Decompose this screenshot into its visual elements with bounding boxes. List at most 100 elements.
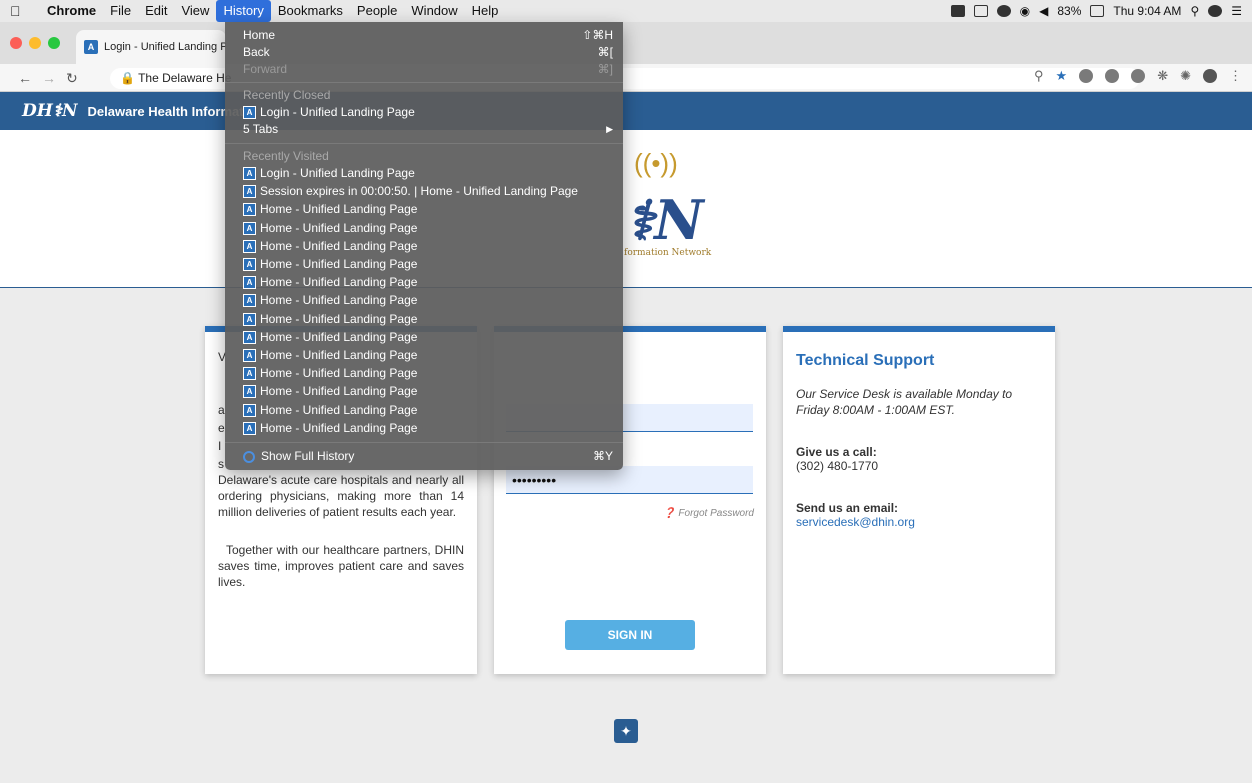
history-home-label: Home [243,28,276,42]
bookmark-star-icon[interactable]: ★ [1056,68,1068,84]
forgot-password-link[interactable]: ❓ Forgot Password [663,508,754,519]
recently-visited-item[interactable]: A Home - Unified Landing Page [243,220,613,237]
browser-tab[interactable]: A Login - Unified Landing Page [76,30,226,64]
menu-window[interactable]: Window [404,0,464,22]
battery-icon[interactable] [1090,5,1105,17]
recently-closed-item[interactable]: A Login - Unified Landing Page [243,104,613,121]
mac-menubar:  Chrome File Edit View History Bookmark… [0,0,1252,22]
back-arrow-icon[interactable]: ← [18,70,32,86]
chrome-menu-icon[interactable]: ⋮ [1229,68,1242,84]
bi-status-icon[interactable] [973,5,988,17]
dhin-logo-small[interactable]: DH⚕N [22,101,78,121]
menu-people[interactable]: People [350,0,404,22]
recently-visited-item[interactable]: A Session expires in 00:00:50. | Home - U… [243,183,613,200]
recently-visited-label: Home - Unified Landing Page [260,202,418,217]
notification-center-icon[interactable]: ☰ [1231,4,1242,18]
page-favicon-icon: A [243,221,256,235]
recently-visited-item[interactable]: A Home - Unified Landing Page [243,402,613,419]
page-favicon-icon: A [243,312,256,326]
extension-icons: ⚲ ★ ❋ ✺ ⋮ [1034,68,1242,84]
history-menu: Home ⇧⌘H Back ⌘[ Forward ⌘] Recently Clo… [225,22,623,470]
recently-visited-label: Home - Unified Landing Page [260,402,418,417]
recently-visited-label: Home - Unified Landing Page [260,257,418,271]
history-back-item[interactable]: Back ⌘[ [243,44,613,61]
menu-help[interactable]: Help [465,0,506,22]
menu-separator [225,143,623,144]
recently-visited-item[interactable]: A Home - Unified Landing Page [243,365,613,382]
sign-in-button[interactable]: SIGN IN [565,620,695,650]
extension-3-icon[interactable] [1131,69,1146,83]
recently-visited-item[interactable]: A Home - Unified Landing Page [243,201,613,218]
history-back-label: Back [243,45,270,59]
extension-1-icon[interactable] [1079,69,1094,83]
close-window-button[interactable] [10,37,22,49]
recently-visited-item[interactable]: A Home - Unified Landing Page [243,347,613,364]
recently-visited-item[interactable]: A Home - Unified Landing Page [243,383,613,400]
page-favicon-icon: A [243,367,256,381]
recently-visited-label: Home - Unified Landing Page [260,311,418,326]
spotlight-search-icon[interactable]: ⚲ [1190,4,1199,18]
volume-icon[interactable]: ◀ [1039,4,1048,18]
battery-percent: 83% [1057,4,1082,18]
zoom-window-button[interactable] [48,37,60,49]
recently-visited-label: Home - Unified Landing Page [260,366,418,381]
recently-visited-item[interactable]: A Home - Unified Landing Page [243,292,613,309]
chrome-toolbar: ← → ↻ 🔒 The Delaware He ⚲ ★ ❋ ✺ ⋮ [0,64,1252,92]
wifi-icon[interactable]: ◉ [1020,4,1030,18]
app-status-icon[interactable] [950,5,965,17]
menu-history[interactable]: History [216,0,271,22]
recently-visited-item[interactable]: A Login - Unified Landing Page [243,165,613,182]
address-text: The Delaware He [138,71,232,85]
menu-file[interactable]: File [103,0,138,22]
signal-waves-icon: ((•)) [634,148,678,178]
history-home-item[interactable]: Home ⇧⌘H [243,27,613,44]
menu-edit[interactable]: Edit [138,0,174,22]
apple-icon[interactable]:  [10,3,26,19]
recently-visited-label: Home - Unified Landing Page [260,348,418,362]
page-favicon-icon: A [243,167,256,180]
recently-visited-item[interactable]: A Home - Unified Landing Page [243,311,613,328]
password-field[interactable]: ••••••••• [506,466,753,494]
recently-visited-item[interactable]: A Home - Unified Landing Page [243,329,613,346]
extension-2-icon[interactable] [1105,69,1120,83]
recently-visited-item[interactable]: A Home - Unified Landing Page [243,238,613,255]
history-forward-label: Forward [243,62,288,76]
support-email-link[interactable]: servicedesk@dhin.org [796,514,1042,530]
key-icon[interactable]: ⚲ [1034,68,1044,84]
profile-avatar[interactable] [1203,69,1217,83]
page-favicon-icon: A [243,421,256,435]
page-favicon-icon: A [243,106,256,119]
clock[interactable]: Thu 9:04 AM [1113,4,1181,18]
menu-bookmarks[interactable]: Bookmarks [271,0,350,22]
extensions-puzzle-icon[interactable]: ✺ [1180,68,1191,84]
siri-icon[interactable] [1208,5,1223,17]
minimize-window-button[interactable] [29,37,41,49]
recently-visited-item[interactable]: A Home - Unified Landing Page [243,274,613,291]
history-forward-item: Forward ⌘] [243,61,613,78]
recently-visited-item[interactable]: A Home - Unified Landing Page [243,420,613,437]
site-name: Delaware Health Informati [87,103,248,119]
recently-closed-header: Recently Closed [243,88,331,102]
show-full-history-item[interactable]: Show Full History ⌘Y [243,448,613,465]
page-favicon-icon: A [243,330,256,344]
page-favicon-icon: A [243,239,256,253]
recently-visited-item[interactable]: A Home - Unified Landing Page [243,256,613,273]
tab-favicon-icon: A [84,40,98,54]
history-forward-shortcut: ⌘] [597,62,613,76]
page-favicon-icon: A [243,203,256,217]
phone-number[interactable]: (302) 480-1770 [796,458,1042,474]
extension-status-icon[interactable] [996,5,1011,17]
lock-icon: 🔒 [120,71,135,85]
extension-4-icon[interactable]: ❋ [1157,68,1168,84]
twitter-icon[interactable]: ✦ [614,719,638,743]
tabs-group-item[interactable]: 5 Tabs ▶ [243,121,613,138]
show-full-history-label: Show Full History [261,449,355,463]
about-paragraph-1: Delaware's acute care hospitals and near… [218,473,464,519]
menu-separator [225,82,623,83]
menu-view[interactable]: View [174,0,216,22]
dhin-logo-large: ⚕N [625,188,704,252]
reload-icon[interactable]: ↻ [66,70,78,87]
recently-closed-label: Login - Unified Landing Page [260,105,415,119]
menu-app-chrome[interactable]: Chrome [40,0,103,22]
forward-arrow-icon[interactable]: → [42,70,56,86]
